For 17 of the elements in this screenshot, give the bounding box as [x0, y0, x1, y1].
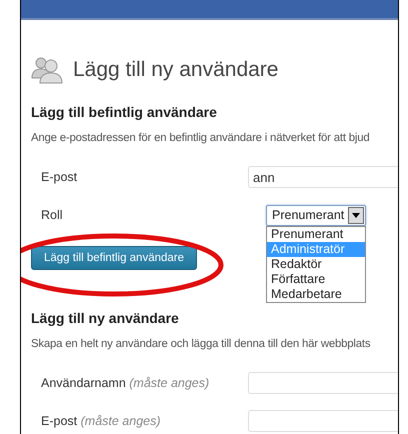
field-label: Roll [40, 208, 64, 222]
email-field[interactable]: ann [248, 166, 398, 188]
caret-icon [348, 206, 364, 224]
section-description: Skapa en helt ny användare och lägga till denna till den här webbplats [31, 338, 372, 350]
field-label: E-post [40, 170, 78, 184]
section-heading: Lägg till ny användare [31, 310, 180, 326]
add-existing-user-button[interactable]: Lägg till befintlig användare [31, 246, 198, 270]
section-description: Ange e-postadressen för en befintlig användare i nätverket för att bjud [31, 132, 370, 144]
role-select[interactable]: Prenumerant [266, 204, 366, 226]
users-icon [31, 56, 63, 84]
field-label: E-post (måste anges) [40, 414, 162, 428]
text-field[interactable] [248, 372, 398, 394]
page-title: Lägg till ny användare [73, 58, 278, 82]
text-field[interactable] [248, 410, 398, 432]
field-label: Användarnamn (måste anges) [40, 376, 210, 390]
role-option[interactable]: Redaktör [267, 256, 365, 272]
section-heading: Lägg till befintlig användare [31, 104, 218, 120]
